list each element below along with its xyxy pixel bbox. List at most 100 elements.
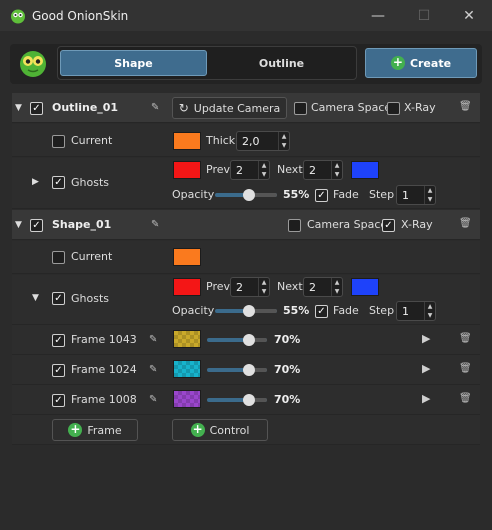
pencil-icon[interactable]: ✎ [151,102,159,113]
camera-space-label: Camera Space [311,101,392,114]
next-stepper[interactable]: 2 ▲ ▼ [303,277,343,297]
camera-space-checkbox[interactable] [294,102,307,115]
prev-color-swatch[interactable] [173,161,201,179]
pencil-icon[interactable]: ✎ [151,219,159,230]
current-checkbox[interactable] [52,135,65,148]
layer-name: Shape_01 [52,218,112,231]
prev-color-swatch[interactable] [173,278,201,296]
fade-checkbox[interactable]: ✓ [315,189,328,202]
add-frame-label: Frame [87,423,122,437]
stepper-arrows-icon[interactable]: ▲ ▼ [258,161,269,179]
xray-label: X-Ray [404,101,436,114]
ghosts-checkbox[interactable]: ✓ [52,176,65,189]
prev-label: Prev [206,280,230,293]
opacity-slider[interactable] [215,305,277,317]
thick-stepper[interactable]: 2,0 ▲ ▼ [236,131,290,151]
frame-checkbox[interactable]: ✓ [52,364,65,377]
pencil-icon[interactable]: ✎ [149,334,157,345]
tab-shape[interactable]: Shape [60,50,207,76]
current-color-swatch[interactable] [173,132,201,150]
current-color-swatch[interactable] [173,248,201,266]
current-label: Current [71,250,113,263]
frame-opacity-slider[interactable] [207,364,267,376]
update-camera-label: Update Camera [193,101,281,115]
step-stepper[interactable]: 1 ▲ ▼ [396,185,436,205]
opacity-slider[interactable] [215,189,277,201]
collapse-arrow-icon[interactable]: ▼ [32,293,39,303]
stepper-arrows-icon[interactable]: ▲ ▼ [278,132,289,150]
stepper-arrows-icon[interactable]: ▲ ▼ [331,278,342,296]
title-bar: Good OnionSkin — ☐ ✕ [0,0,492,31]
xray-label: X-Ray [401,218,433,231]
window-title: Good OnionSkin [32,8,129,23]
slider-handle[interactable] [243,364,255,376]
add-control-button[interactable]: + Control [172,419,268,441]
frame-checkbox[interactable]: ✓ [52,334,65,347]
trash-icon[interactable]: 🗑 [459,218,472,229]
play-icon[interactable]: ▶ [422,392,430,405]
opacity-value: 55% [283,304,310,317]
outline-layer-checkbox[interactable]: ✓ [30,102,43,115]
xray-checkbox[interactable]: ✓ [382,219,395,232]
stepper-arrows-icon[interactable]: ▲ ▼ [258,278,269,296]
maximize-button[interactable]: ☐ [401,0,447,31]
stepper-arrows-icon[interactable]: ▲ ▼ [424,302,435,320]
prev-value: 2 [236,280,243,294]
ghosts-label: Ghosts [71,176,110,189]
slider-handle[interactable] [243,394,255,406]
expand-arrow-icon[interactable]: ▶ [32,177,39,187]
camera-space-label: Camera Space [307,218,388,231]
current-checkbox[interactable] [52,251,65,264]
frame-opacity-slider[interactable] [207,334,267,346]
next-color-swatch[interactable] [351,161,379,179]
frame-opacity-value: 70% [274,333,301,346]
slider-handle[interactable] [243,334,255,346]
prev-value: 2 [236,163,243,177]
create-button[interactable]: + Create [365,48,477,78]
ghosts-checkbox[interactable]: ✓ [52,292,65,305]
prev-stepper[interactable]: 2 ▲ ▼ [230,160,270,180]
pencil-icon[interactable]: ✎ [149,394,157,405]
xray-checkbox[interactable] [387,102,400,115]
add-frame-button[interactable]: + Frame [52,419,138,441]
slider-handle[interactable] [243,189,255,201]
play-icon[interactable]: ▶ [422,332,430,345]
pencil-icon[interactable]: ✎ [149,364,157,375]
collapse-arrow-icon[interactable]: ▼ [15,103,22,113]
opacity-label: Opacity [172,188,215,201]
trash-icon[interactable]: 🗑 [459,333,472,344]
frame-opacity-slider[interactable] [207,394,267,406]
opacity-value: 55% [283,188,310,201]
frame-opacity-value: 70% [274,393,301,406]
minimize-button[interactable]: — [355,0,401,31]
stepper-arrows-icon[interactable]: ▲ ▼ [424,186,435,204]
tab-outline[interactable]: Outline [208,50,355,76]
frame-color-swatch[interactable] [173,360,201,378]
plus-icon: + [190,422,205,437]
frame-color-swatch[interactable] [173,330,201,348]
step-stepper[interactable]: 1 ▲ ▼ [396,301,436,321]
frame-checkbox[interactable]: ✓ [52,394,65,407]
trash-icon[interactable]: 🗑 [459,363,472,374]
prev-label: Prev [206,163,230,176]
next-color-swatch[interactable] [351,278,379,296]
play-icon[interactable]: ▶ [422,362,430,375]
shape-layer-checkbox[interactable]: ✓ [30,219,43,232]
step-label: Step [369,188,395,201]
trash-icon[interactable]: 🗑 [459,101,472,112]
collapse-arrow-icon[interactable]: ▼ [15,220,22,230]
slider-handle[interactable] [243,305,255,317]
prev-stepper[interactable]: 2 ▲ ▼ [230,277,270,297]
camera-space-checkbox[interactable] [288,219,301,232]
frame-opacity-value: 70% [274,363,301,376]
update-camera-button[interactable]: ↻ Update Camera [172,97,287,119]
stepper-arrows-icon[interactable]: ▲ ▼ [331,161,342,179]
onion-mascot-icon [18,48,48,78]
frame-color-swatch[interactable] [173,390,201,408]
fade-checkbox[interactable]: ✓ [315,305,328,318]
next-stepper[interactable]: 2 ▲ ▼ [303,160,343,180]
close-button[interactable]: ✕ [446,0,492,31]
add-control-label: Control [209,423,250,437]
trash-icon[interactable]: 🗑 [459,393,472,404]
fade-label: Fade [333,188,359,201]
